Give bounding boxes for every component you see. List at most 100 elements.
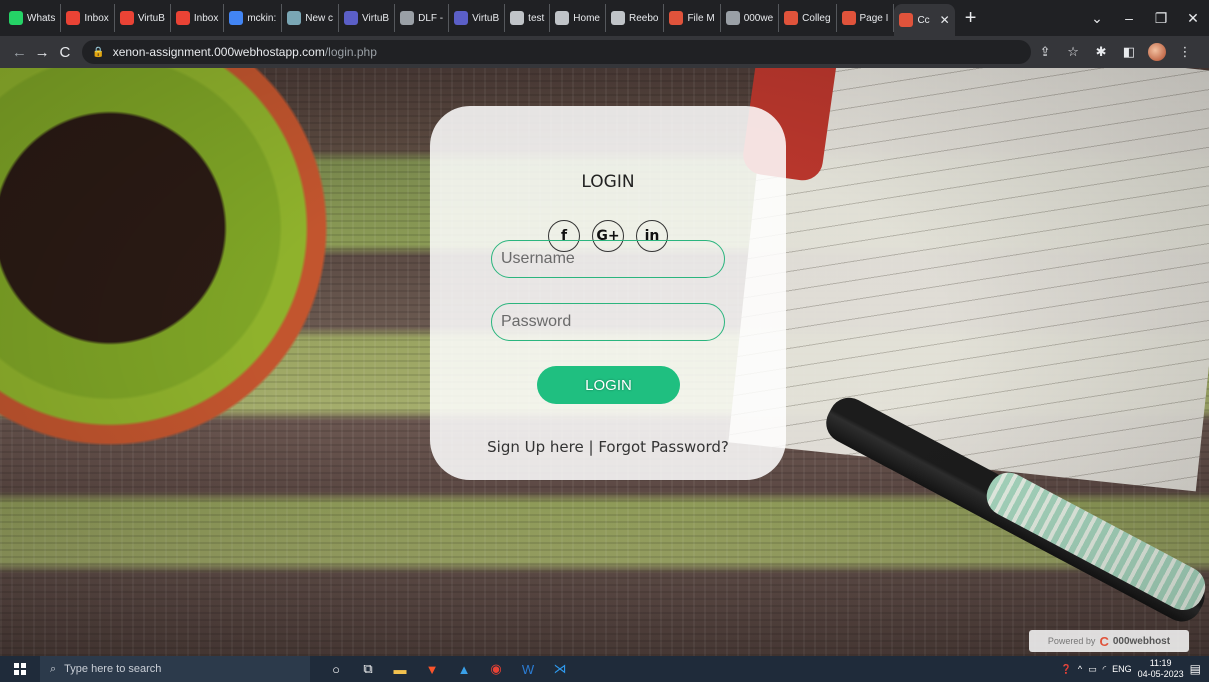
tab[interactable]: Colleg <box>779 4 837 32</box>
tab[interactable]: Home <box>550 4 606 32</box>
taskbar-search[interactable]: ⌕ Type here to search <box>40 656 310 682</box>
close-tab-icon[interactable]: ✕ <box>940 13 950 27</box>
badge-brand: 000webhost <box>1112 635 1171 647</box>
tab[interactable]: VirtuB <box>339 4 396 32</box>
page-icon <box>287 11 302 25</box>
cortana-icon[interactable]: ○ <box>320 662 352 677</box>
teams-icon <box>454 11 469 25</box>
gmail-icon <box>66 11 81 25</box>
forgot-password-link[interactable]: Forgot Password? <box>598 438 729 456</box>
reload-icon[interactable]: C <box>54 44 77 61</box>
badge-prefix: Powered by <box>1047 636 1096 646</box>
gmail-icon <box>175 11 190 25</box>
webhost-icon <box>725 11 740 25</box>
tab-title: VirtuB <box>362 12 390 24</box>
tab[interactable]: Page I <box>837 4 895 32</box>
tab-title: mckin: <box>247 12 277 24</box>
tab[interactable]: Inbox <box>61 4 115 32</box>
browser-toolbar: ← → C 🔒 xenon-assignment.000webhostapp.c… <box>0 36 1209 68</box>
notifications-icon[interactable]: ▤ <box>1190 662 1201 676</box>
signup-link[interactable]: Sign Up here <box>487 438 584 456</box>
system-tray: ❓ ^ ▭ ◜ ENG 11:19 04-05-2023 ▤ <box>1061 658 1209 680</box>
show-hidden-icons-icon[interactable]: ^ <box>1078 664 1082 674</box>
whatsapp-icon <box>9 11 23 25</box>
tab-active[interactable]: Cc ✕ <box>894 4 955 36</box>
vscode-icon[interactable]: ⋊ <box>544 661 576 677</box>
wifi-icon[interactable]: ◜ <box>1103 664 1107 675</box>
link-separator: | <box>588 438 594 456</box>
tab[interactable]: New c <box>282 4 340 32</box>
window-controls: ⌄ – ❐ ✕ <box>1081 0 1209 36</box>
gear-icon <box>400 11 415 25</box>
bookmark-star-icon[interactable]: ☆ <box>1059 44 1087 60</box>
lock-icon[interactable]: 🔒 <box>92 47 104 58</box>
tab[interactable]: VirtuB <box>115 4 171 32</box>
brave-browser-icon[interactable]: ▼ <box>416 662 448 677</box>
start-button[interactable] <box>0 656 40 682</box>
teams-icon <box>344 11 359 25</box>
search-icon: ⌕ <box>50 662 57 675</box>
webhost-icon <box>669 11 684 25</box>
url-host: xenon-assignment.000webhostapp.com <box>112 45 325 59</box>
username-input[interactable] <box>491 240 725 278</box>
tab[interactable]: DLF - <box>395 4 450 32</box>
tab-search-icon[interactable]: ⌄ <box>1081 10 1113 27</box>
side-panel-icon[interactable]: ◧ <box>1115 44 1143 60</box>
login-button[interactable]: LOGIN <box>537 366 680 404</box>
share-icon[interactable]: ⇪ <box>1031 44 1059 60</box>
address-bar[interactable]: 🔒 xenon-assignment.000webhostapp.com/log… <box>82 40 1032 64</box>
windows-taskbar: ⌕ Type here to search ○ ⧉ ▬ ▼ ▲ ◉ W ⋊ ❓ … <box>0 656 1209 682</box>
forward-icon[interactable]: → <box>31 44 54 61</box>
login-title: LOGIN <box>581 172 635 192</box>
heart-icon <box>899 13 914 27</box>
taskbar-search-placeholder: Type here to search <box>64 663 162 675</box>
tab[interactable]: mckin: <box>224 4 283 32</box>
minimize-button[interactable]: – <box>1113 10 1145 26</box>
tab-title: Inbox <box>193 12 219 24</box>
tab-title: Reebo <box>628 12 659 24</box>
page-icon <box>555 11 570 25</box>
google-icon <box>229 11 244 25</box>
tab-title: Cc <box>917 14 930 26</box>
help-icon[interactable]: ❓ <box>1061 664 1072 675</box>
tab-title: test <box>528 12 545 24</box>
tab-title: 000we <box>743 12 774 24</box>
tab-title: Page I <box>859 12 889 24</box>
back-icon[interactable]: ← <box>8 44 31 61</box>
tab-title: Inbox <box>84 12 109 24</box>
close-window-button[interactable]: ✕ <box>1177 10 1209 27</box>
tab[interactable]: File M <box>664 4 721 32</box>
battery-icon[interactable]: ▭ <box>1088 664 1097 675</box>
webhost-icon <box>841 11 856 25</box>
tab[interactable]: Whats <box>4 4 62 32</box>
tab-title: DLF - <box>418 12 444 24</box>
page-viewport: LOGIN f G+ in LOGIN Sign Up here | Forgo… <box>0 68 1209 656</box>
tab-title: New c <box>305 12 334 24</box>
toolbar-actions: ⇪ ☆ ✱ ◧ ⋮ <box>1031 43 1209 61</box>
tab[interactable]: 000we <box>721 4 780 32</box>
tab[interactable]: Inbox <box>171 4 225 32</box>
tab[interactable]: Reebo <box>606 4 665 32</box>
profile-avatar[interactable] <box>1148 43 1167 61</box>
restore-button[interactable]: ❐ <box>1145 10 1177 27</box>
photos-icon[interactable]: ▲ <box>448 662 480 677</box>
chrome-icon[interactable]: ◉ <box>480 661 512 677</box>
menu-kebab-icon[interactable]: ⋮ <box>1171 44 1199 60</box>
password-input[interactable] <box>491 303 725 341</box>
tab-title: File M <box>687 12 715 24</box>
windows-logo-icon <box>14 663 26 675</box>
url-path: /login.php <box>324 45 377 59</box>
file-explorer-icon[interactable]: ▬ <box>384 662 416 677</box>
tab[interactable]: test <box>505 4 551 32</box>
word-icon[interactable]: W <box>512 662 544 677</box>
new-tab-button[interactable]: + <box>965 8 977 28</box>
task-view-icon[interactable]: ⧉ <box>352 661 384 677</box>
clock-date: 04-05-2023 <box>1137 669 1184 679</box>
extensions-icon[interactable]: ✱ <box>1087 44 1115 60</box>
clock[interactable]: 11:19 04-05-2023 <box>1138 658 1184 680</box>
tab[interactable]: VirtuB <box>449 4 506 32</box>
tab-list: Whats Inbox VirtuB Inbox mckin: New c VirtuB DL… <box>4 4 895 32</box>
webhost-badge[interactable]: Powered by C 000webhost <box>1029 630 1189 652</box>
auth-links: Sign Up here | Forgot Password? <box>430 438 786 456</box>
language-indicator[interactable]: ENG <box>1112 664 1132 674</box>
